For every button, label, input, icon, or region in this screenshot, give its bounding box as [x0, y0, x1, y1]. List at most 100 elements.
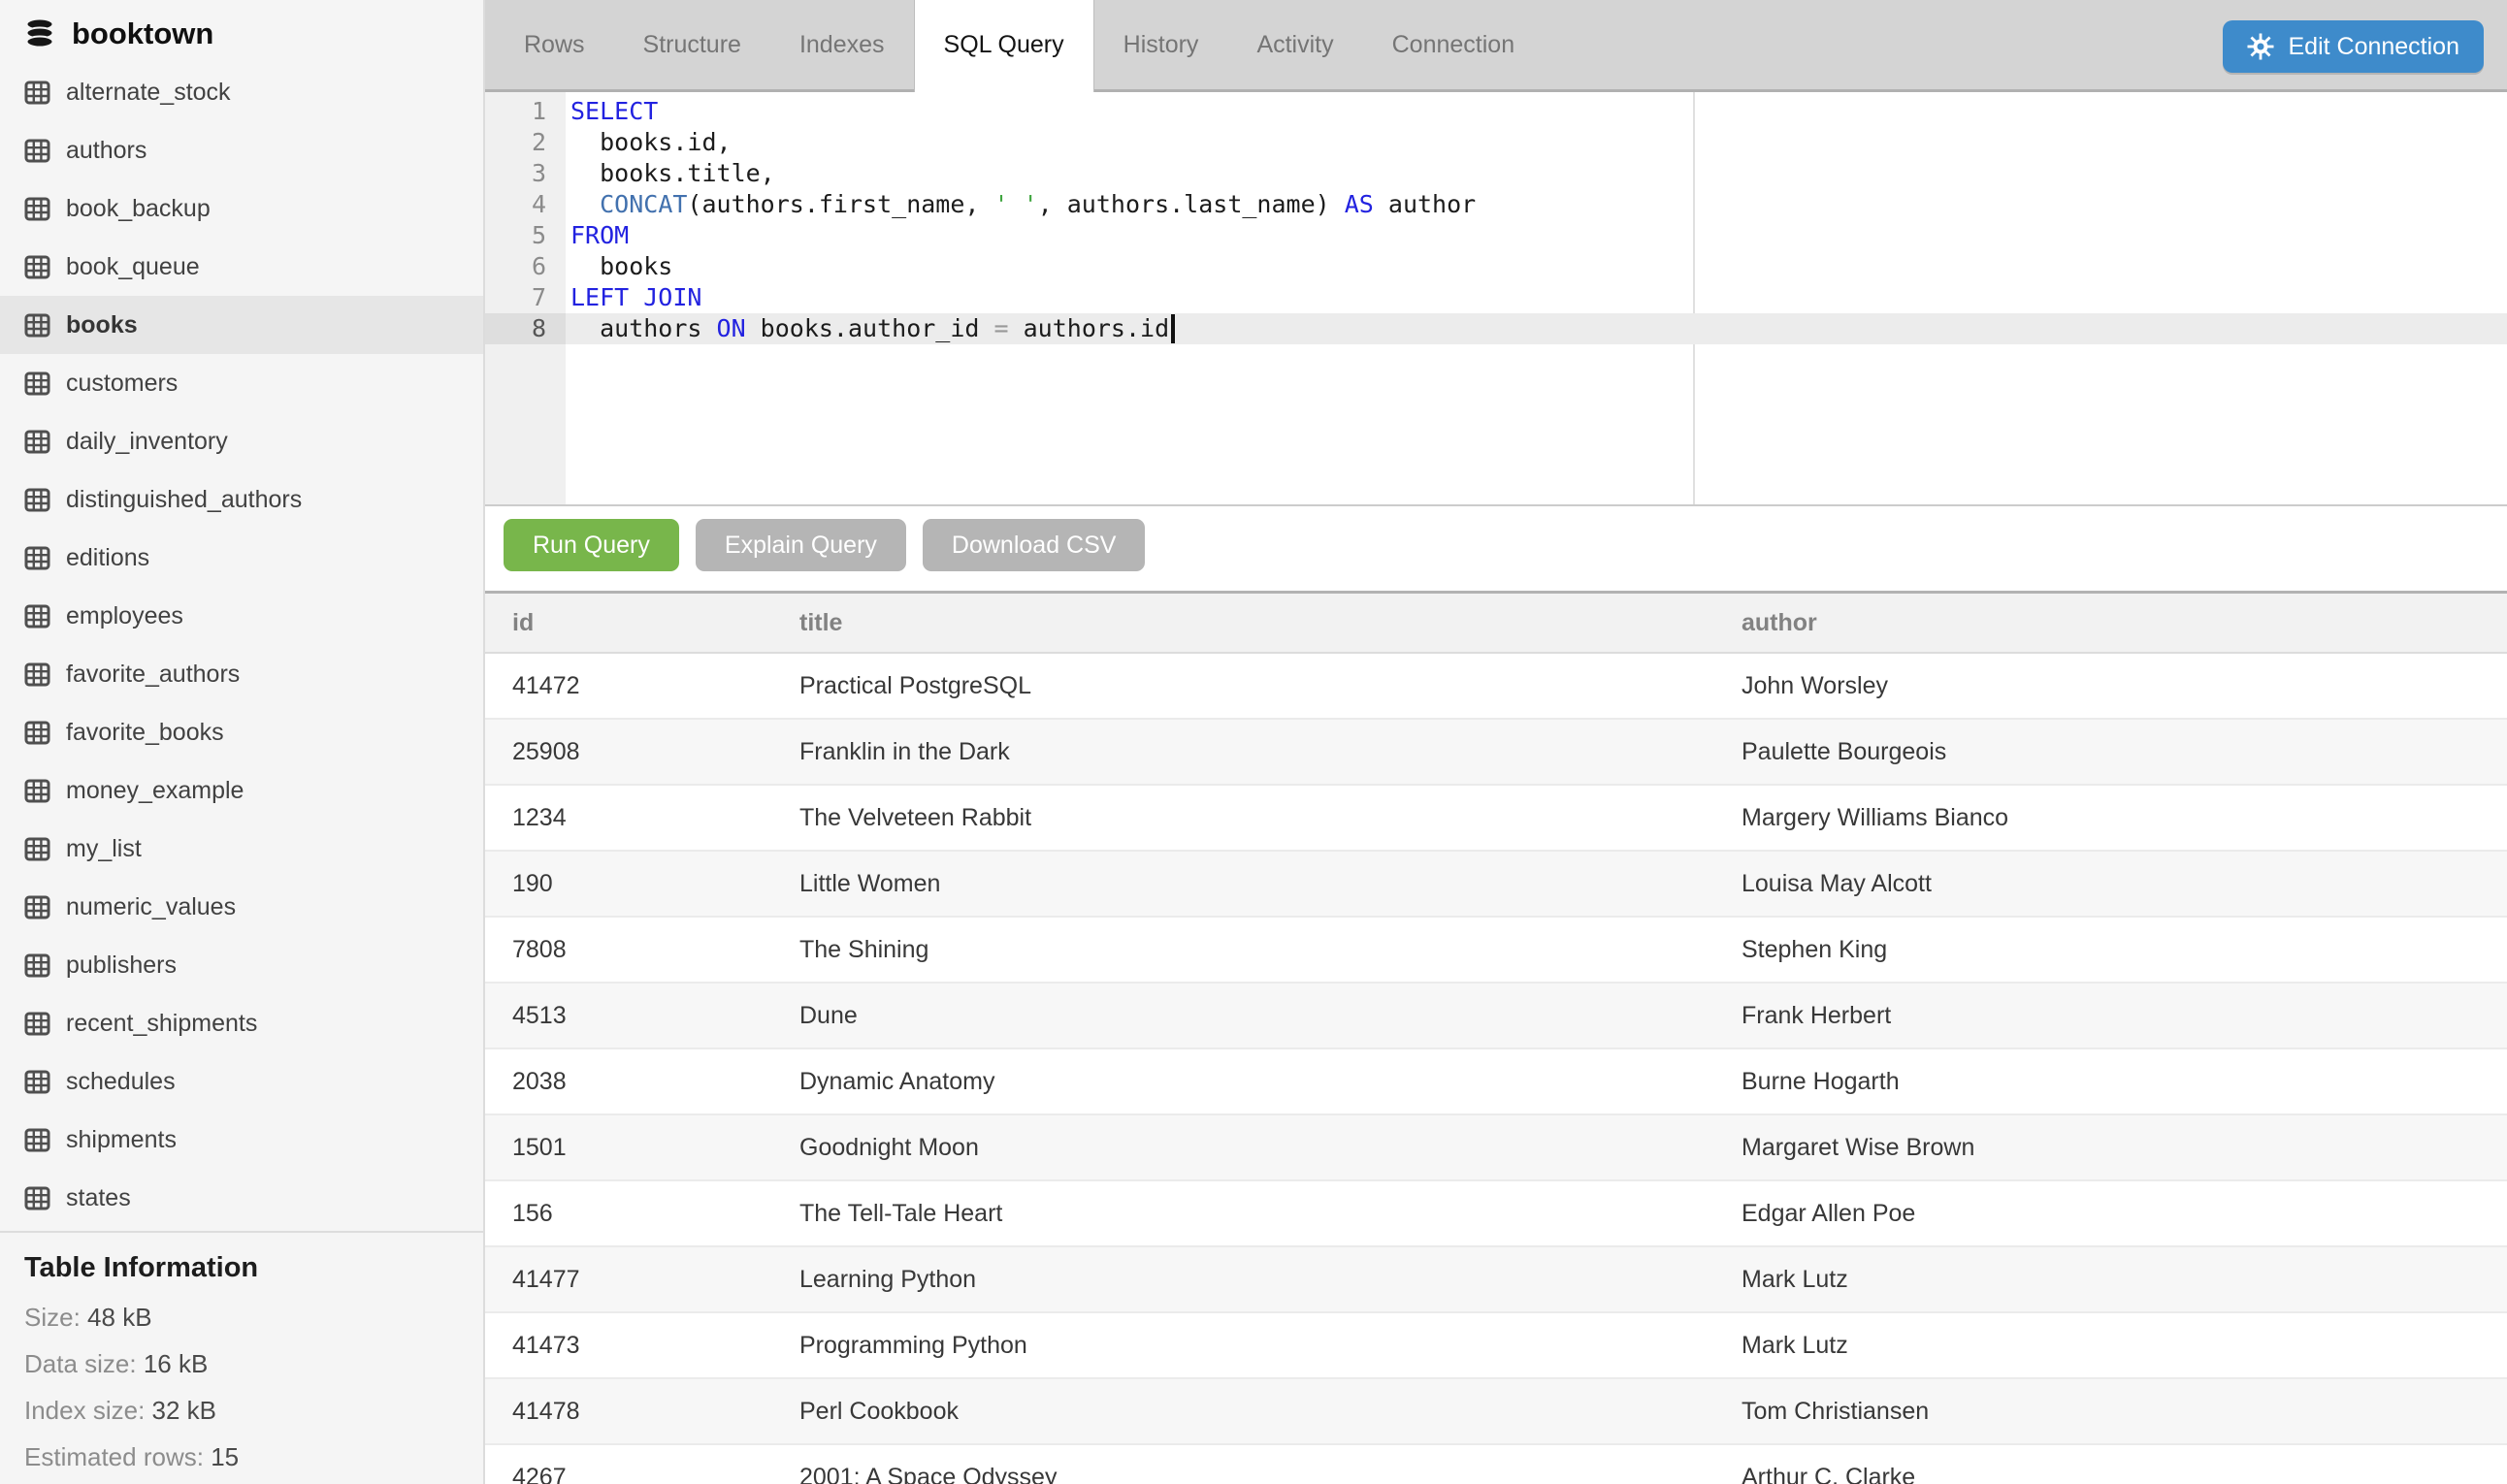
cell-id: 25908 — [485, 719, 772, 785]
table-row[interactable]: 190Little WomenLouisa May Alcott — [485, 851, 2507, 917]
download-csv-button[interactable]: Download CSV — [923, 519, 1146, 571]
sidebar-item-states[interactable]: states — [0, 1169, 483, 1227]
table-row[interactable]: 42672001: A Space OdysseyArthur C. Clark… — [485, 1444, 2507, 1484]
database-header[interactable]: booktown — [0, 0, 483, 51]
tab-rows[interactable]: Rows — [495, 0, 614, 89]
table-label: daily_inventory — [66, 428, 228, 456]
code-text: SELECT — [566, 96, 2507, 127]
tab-connection[interactable]: Connection — [1363, 0, 1544, 89]
sidebar-item-employees[interactable]: employees — [0, 587, 483, 645]
line-number: 4 — [485, 189, 566, 220]
sql-editor[interactable]: 1SELECT2 books.id,3 books.title,4 CONCAT… — [485, 92, 2507, 506]
app-window: booktown alternate_stockauthors book_back… — [0, 0, 2507, 1484]
info-value: 15 — [211, 1442, 239, 1471]
table-label: book_queue — [66, 253, 200, 281]
table-row[interactable]: 41472Practical PostgreSQLJohn Worsley — [485, 653, 2507, 719]
table-row[interactable]: 7808The ShiningStephen King — [485, 917, 2507, 983]
table-icon — [24, 488, 50, 512]
tab-sql-query[interactable]: SQL Query — [914, 0, 1094, 92]
tab-history[interactable]: History — [1094, 0, 1228, 89]
code-text: CONCAT(authors.first_name, ' ', authors.… — [566, 189, 2507, 220]
table-label: alternate_stock — [66, 79, 231, 107]
cell-title: Perl Cookbook — [772, 1378, 1714, 1444]
table-row[interactable]: 1501Goodnight MoonMargaret Wise Brown — [485, 1114, 2507, 1180]
line-number: 3 — [485, 158, 566, 189]
cell-author: Mark Lutz — [1714, 1246, 2507, 1312]
cell-id: 41473 — [485, 1312, 772, 1378]
edit-connection-button[interactable]: Edit Connection — [2223, 20, 2484, 73]
table-row[interactable]: 41473Programming PythonMark Lutz — [485, 1312, 2507, 1378]
sidebar-item-schedules[interactable]: schedules — [0, 1052, 483, 1111]
sidebar-item-money-example[interactable]: money_example — [0, 761, 483, 820]
table-row[interactable]: 25908Franklin in the DarkPaulette Bourge… — [485, 719, 2507, 785]
cell-id: 1501 — [485, 1114, 772, 1180]
column-header-id: id — [485, 594, 772, 653]
code-line-6: 6 books — [485, 251, 2507, 282]
sidebar-item-distinguished-authors[interactable]: distinguished_authors — [0, 470, 483, 529]
sidebar-item-book-backup[interactable]: book_backup — [0, 179, 483, 238]
tab-indexes[interactable]: Indexes — [770, 0, 914, 89]
table-label: books — [66, 311, 138, 339]
code-line-7: 7LEFT JOIN — [485, 282, 2507, 313]
sidebar-item-daily-inventory[interactable]: daily_inventory — [0, 412, 483, 470]
cell-author: John Worsley — [1714, 653, 2507, 719]
info-row-data-size-: Data size: 16 kB — [24, 1340, 483, 1387]
info-row-estimated-rows-: Estimated rows: 15 — [24, 1434, 483, 1480]
table-row[interactable]: 41478Perl CookbookTom Christiansen — [485, 1378, 2507, 1444]
cell-id: 1234 — [485, 785, 772, 851]
code-text: books.id, — [566, 127, 2507, 158]
run-query-button[interactable]: Run Query — [504, 519, 679, 571]
cell-title: The Shining — [772, 917, 1714, 983]
sidebar-item-publishers[interactable]: publishers — [0, 936, 483, 994]
explain-query-button[interactable]: Explain Query — [696, 519, 906, 571]
results-area: idtitleauthor 41472Practical PostgreSQLJ… — [485, 591, 2507, 1484]
sidebar-item-favorite-books[interactable]: favorite_books — [0, 703, 483, 761]
sidebar-item-customers[interactable]: customers — [0, 354, 483, 412]
column-header-title: title — [772, 594, 1714, 653]
code-line-1: 1SELECT — [485, 96, 2507, 127]
table-row[interactable]: 1234The Velveteen RabbitMargery Williams… — [485, 785, 2507, 851]
table-label: book_backup — [66, 195, 211, 223]
cell-title: Practical PostgreSQL — [772, 653, 1714, 719]
sidebar-item-my-list[interactable]: my_list — [0, 820, 483, 878]
tab-bar: RowsStructureIndexesSQL QueryHistoryActi… — [485, 0, 2507, 92]
table-icon — [24, 1128, 50, 1152]
table-label: publishers — [66, 952, 177, 980]
sidebar-item-numeric-values[interactable]: numeric_values — [0, 878, 483, 936]
table-label: states — [66, 1184, 131, 1212]
cell-title: Dune — [772, 983, 1714, 1048]
sidebar-item-book-queue[interactable]: book_queue — [0, 238, 483, 296]
sidebar-item-favorite-authors[interactable]: favorite_authors — [0, 645, 483, 703]
cell-id: 7808 — [485, 917, 772, 983]
cell-title: Dynamic Anatomy — [772, 1048, 1714, 1114]
code-text: LEFT JOIN — [566, 282, 2507, 313]
sidebar-item-alternate-stock[interactable]: alternate_stock — [0, 63, 483, 121]
table-row[interactable]: 4513DuneFrank Herbert — [485, 983, 2507, 1048]
edit-connection-label: Edit Connection — [2288, 33, 2459, 61]
cell-id: 156 — [485, 1180, 772, 1246]
tab-structure[interactable]: Structure — [614, 0, 770, 89]
table-label: money_example — [66, 777, 244, 805]
table-row[interactable]: 41477Learning PythonMark Lutz — [485, 1246, 2507, 1312]
table-icon — [24, 81, 50, 105]
info-label: Size: — [24, 1303, 81, 1332]
sidebar-item-editions[interactable]: editions — [0, 529, 483, 587]
sidebar: booktown alternate_stockauthors book_back… — [0, 0, 485, 1484]
sidebar-item-books[interactable]: books — [0, 296, 483, 354]
info-row-index-size-: Index size: 32 kB — [24, 1387, 483, 1434]
sidebar-item-recent-shipments[interactable]: recent_shipments — [0, 994, 483, 1052]
tab-activity[interactable]: Activity — [1227, 0, 1362, 89]
sidebar-item-shipments[interactable]: shipments — [0, 1111, 483, 1169]
query-actions: Run Query Explain Query Download CSV — [485, 506, 2507, 591]
line-number: 7 — [485, 282, 566, 313]
cell-title: 2001: A Space Odyssey — [772, 1444, 1714, 1484]
table-label: distinguished_authors — [66, 486, 302, 514]
cell-id: 2038 — [485, 1048, 772, 1114]
table-row[interactable]: 2038Dynamic AnatomyBurne Hogarth — [485, 1048, 2507, 1114]
results-header-row: idtitleauthor — [485, 594, 2507, 653]
sidebar-item-authors[interactable]: authors — [0, 121, 483, 179]
cell-title: Franklin in the Dark — [772, 719, 1714, 785]
table-icon — [24, 1186, 50, 1210]
table-row[interactable]: 156The Tell-Tale HeartEdgar Allen Poe — [485, 1180, 2507, 1246]
cell-title: Goodnight Moon — [772, 1114, 1714, 1180]
